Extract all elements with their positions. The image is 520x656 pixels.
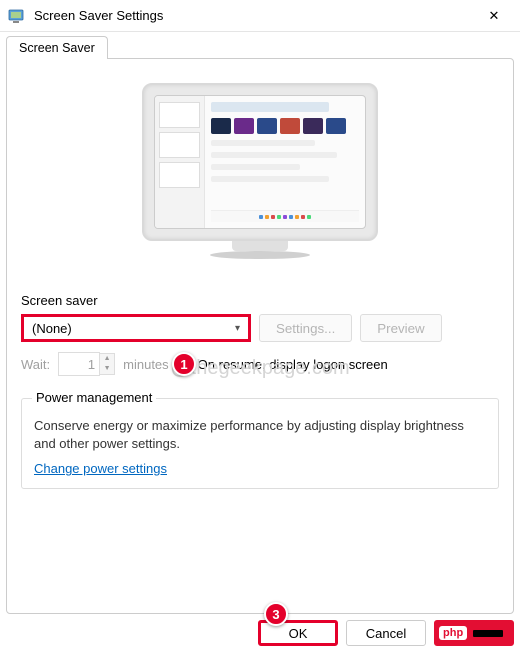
close-button[interactable]: ✕ — [474, 2, 514, 30]
titlebar: Screen Saver Settings ✕ — [0, 0, 520, 32]
tab-screensaver[interactable]: Screen Saver — [6, 36, 108, 59]
power-title: Power management — [32, 390, 156, 405]
spinner-up-icon: ▲ — [100, 354, 114, 364]
wait-label: Wait: — [21, 357, 50, 372]
footer: OK Cancel php — [0, 614, 520, 656]
wait-spinner: ▲ ▼ — [58, 352, 115, 376]
power-description: Conserve energy or maximize performance … — [34, 417, 486, 453]
power-group: Power management Conserve energy or maxi… — [21, 398, 499, 489]
window-title: Screen Saver Settings — [34, 8, 474, 23]
monitor-preview — [21, 83, 499, 263]
screensaver-dropdown[interactable]: (None) ▾ — [21, 314, 251, 342]
settings-button: Settings... — [259, 314, 352, 342]
wait-input — [58, 352, 100, 376]
tabstrip: Screen Saver — [0, 32, 520, 59]
window-icon — [8, 7, 26, 25]
preview-button: Preview — [360, 314, 441, 342]
close-icon: ✕ — [489, 8, 500, 24]
screensaver-selected: (None) — [32, 321, 72, 336]
callout-3: 3 — [264, 602, 288, 626]
wait-unit: minutes — [123, 357, 169, 372]
callout-1: 1 — [172, 352, 196, 376]
cancel-button[interactable]: Cancel — [346, 620, 426, 646]
spinner-down-icon: ▼ — [100, 364, 114, 374]
power-settings-link[interactable]: Change power settings — [34, 461, 167, 476]
apply-button[interactable]: php — [434, 620, 514, 646]
chevron-down-icon: ▾ — [235, 323, 240, 334]
dialog-content: Screen saver (None) ▾ Settings... Previe… — [6, 58, 514, 614]
screensaver-label: Screen saver — [21, 293, 499, 308]
php-badge: php — [439, 626, 467, 640]
resume-label: On resume, display logon screen — [198, 357, 388, 372]
